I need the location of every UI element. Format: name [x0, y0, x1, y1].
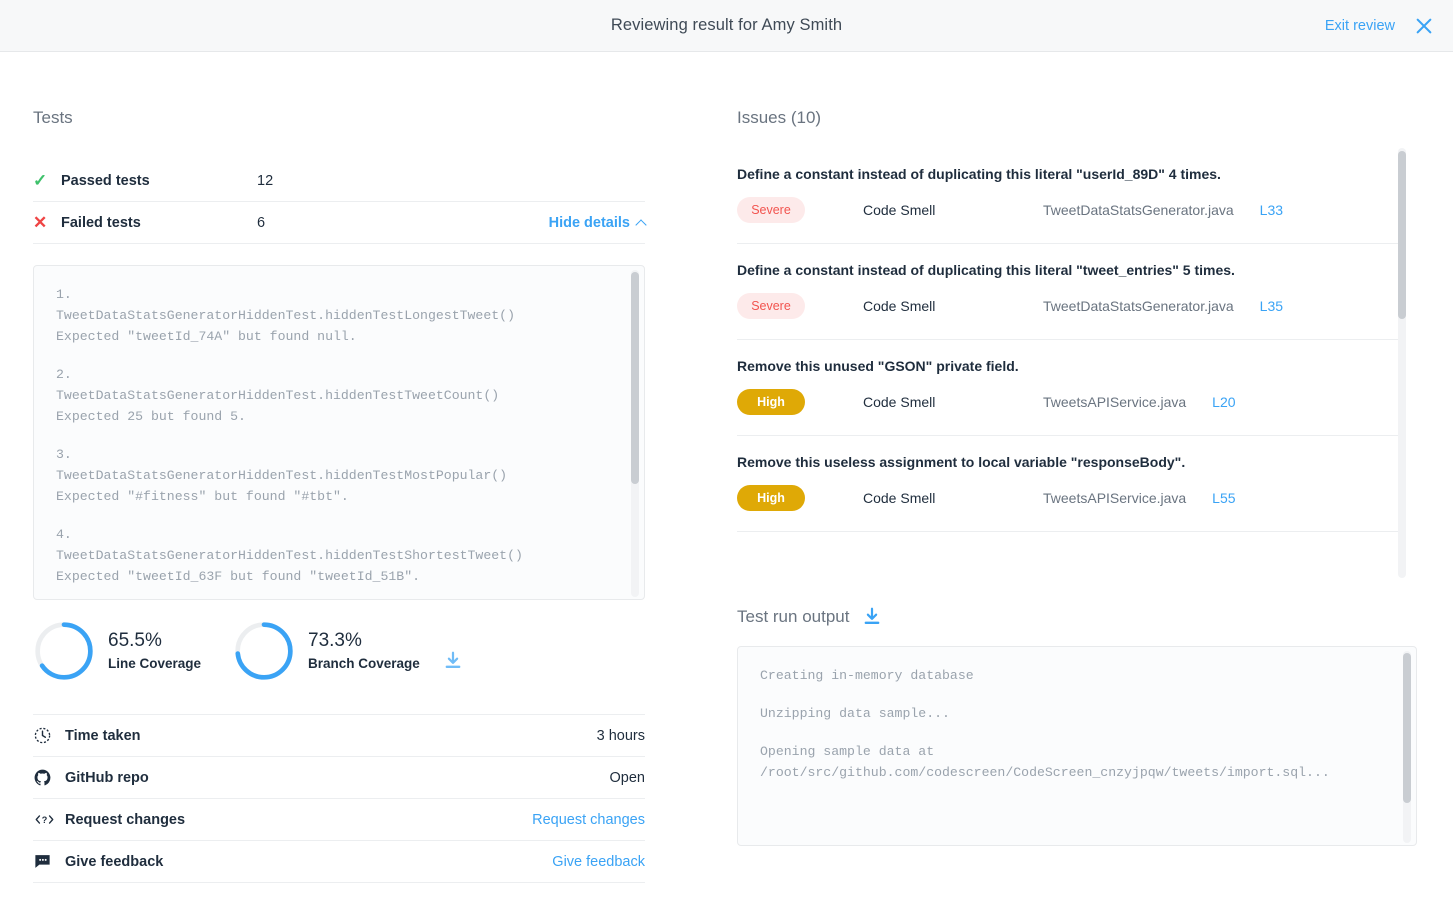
test-run-output-header: Test run output — [737, 606, 1417, 628]
issue-meta: High Code Smell TweetsAPIService.java L55 — [737, 485, 1398, 511]
github-icon — [33, 768, 65, 787]
check-icon: ✓ — [33, 171, 48, 190]
issue-message: Remove this unused "GSON" private field. — [737, 358, 1019, 374]
meta-info-list: Time taken 3 hours GitHub repo Open ? Re… — [33, 714, 645, 883]
github-repo-row: GitHub repo Open — [33, 757, 645, 799]
request-changes-label: Request changes — [65, 811, 186, 828]
svg-text:?: ? — [42, 815, 48, 825]
github-repo-label: GitHub repo — [65, 769, 149, 786]
issue-type: Code Smell — [863, 394, 936, 410]
branch-coverage-percent: 73.3% — [308, 629, 362, 651]
failed-tests-scrollbar-thumb[interactable] — [631, 272, 639, 484]
severity-badge: Severe — [737, 293, 805, 319]
issue-meta: High Code Smell TweetsAPIService.java L20 — [737, 389, 1398, 415]
issue-message: Define a constant instead of duplicating… — [737, 166, 1221, 182]
issues-panel: Issues (10) Define a constant instead of… — [737, 52, 1417, 918]
issues-section-title: Issues (10) — [737, 108, 822, 127]
issue-message: Remove this useless assignment to local … — [737, 454, 1186, 470]
failed-test-entry: 4. TweetDataStatsGeneratorHiddenTest.hid… — [56, 527, 523, 584]
request-changes-link[interactable]: Request changes — [532, 812, 645, 828]
issue-meta: Severe Code Smell TweetDataStatsGenerator.… — [737, 293, 1398, 319]
time-taken-value: 3 hours — [596, 727, 645, 744]
output-line: Creating in-memory database — [760, 668, 974, 683]
issue-type: Code Smell — [863, 298, 936, 314]
page-title: Reviewing result for Amy Smith — [610, 16, 843, 34]
passed-tests-row: ✓ Passed tests 12 — [33, 160, 645, 202]
failed-test-entry: 2. TweetDataStatsGeneratorHiddenTest.hid… — [56, 367, 500, 424]
hide-details-label: Hide details — [548, 214, 630, 231]
header-actions: Exit review — [1325, 0, 1435, 52]
issue-item[interactable]: Define a constant instead of duplicating… — [737, 244, 1398, 340]
failed-tests-label: Failed tests — [61, 214, 141, 231]
clock-icon — [33, 726, 65, 745]
severity-badge: Severe — [737, 197, 805, 223]
severity-badge: High — [737, 485, 805, 511]
line-coverage-ring — [35, 622, 93, 680]
severity-badge: High — [737, 389, 805, 415]
issues-scrollbar-thumb[interactable] — [1398, 151, 1406, 319]
issue-type: Code Smell — [863, 490, 936, 506]
issue-type: Code Smell — [863, 202, 936, 218]
line-coverage-percent: 65.5% — [108, 629, 162, 651]
time-taken-row: Time taken 3 hours — [33, 715, 645, 757]
issue-item[interactable]: Remove this useless assignment to local … — [737, 436, 1398, 532]
hide-details-toggle[interactable]: Hide details — [548, 214, 647, 231]
issue-item[interactable]: Define a constant instead of duplicating… — [737, 148, 1398, 244]
failed-tests-details-panel: 1. TweetDataStatsGeneratorHiddenTest.hid… — [33, 265, 645, 600]
app-header: Reviewing result for Amy Smith Exit revi… — [0, 0, 1453, 52]
line-coverage-item: 65.5% Line Coverage — [33, 620, 233, 682]
chevron-up-icon — [635, 218, 647, 231]
test-run-output-panel: Creating in-memory database Unzipping dat… — [737, 646, 1417, 846]
failed-tests-text: 1. TweetDataStatsGeneratorHiddenTest.hid… — [34, 266, 644, 599]
test-run-output-text: Creating in-memory database Unzipping dat… — [738, 647, 1416, 810]
output-line: Opening sample data at /root/src/github.… — [760, 744, 1330, 780]
give-feedback-label: Give feedback — [65, 853, 164, 870]
failed-tests-value: 6 — [257, 214, 266, 231]
failed-test-entry: 1. TweetDataStatsGeneratorHiddenTest.hid… — [56, 287, 515, 344]
code-question-icon: ? — [33, 810, 65, 829]
issue-file: TweetsAPIService.java — [1043, 490, 1187, 506]
output-line: Unzipping data sample... — [760, 706, 950, 721]
issue-item[interactable]: Remove this unused "GSON" private field.… — [737, 340, 1398, 436]
issue-line-link[interactable]: L33 — [1260, 202, 1283, 218]
give-feedback-link[interactable]: Give feedback — [552, 854, 645, 870]
time-taken-label: Time taken — [65, 727, 141, 744]
test-run-output-download-icon[interactable] — [861, 606, 883, 628]
coverage-download-icon[interactable] — [442, 650, 464, 672]
close-icon[interactable] — [1413, 15, 1435, 37]
issue-line-link[interactable]: L20 — [1212, 394, 1235, 410]
test-run-output-title: Test run output — [737, 607, 850, 626]
coverage-section: 65.5% Line Coverage 73.3% Branch Coverag… — [33, 620, 645, 682]
issues-list: Define a constant instead of duplicating… — [737, 148, 1417, 578]
issue-file: TweetDataStatsGenerator.java — [1043, 298, 1234, 314]
branch-coverage-ring — [235, 622, 293, 680]
x-icon: ✕ — [33, 213, 48, 232]
issue-line-link[interactable]: L35 — [1260, 298, 1283, 314]
tests-panel: Tests ✓ Passed tests 12 ✕ Failed tests 6… — [33, 52, 647, 918]
passed-tests-value: 12 — [257, 172, 274, 189]
passed-tests-label: Passed tests — [61, 172, 150, 189]
exit-review-link[interactable]: Exit review — [1325, 18, 1395, 34]
output-scrollbar-thumb[interactable] — [1403, 653, 1411, 803]
github-repo-value: Open — [609, 769, 645, 786]
speech-bubble-icon — [33, 852, 65, 871]
tests-section-title: Tests — [33, 108, 73, 127]
branch-coverage-label: Branch Coverage — [308, 655, 420, 671]
issue-line-link[interactable]: L55 — [1212, 490, 1235, 506]
issue-file: TweetDataStatsGenerator.java — [1043, 202, 1234, 218]
issue-file: TweetsAPIService.java — [1043, 394, 1187, 410]
failed-tests-row: ✕ Failed tests 6 Hide details — [33, 202, 647, 244]
give-feedback-row: Give feedback Give feedback — [33, 841, 645, 883]
issue-message: Define a constant instead of duplicating… — [737, 262, 1235, 278]
line-coverage-label: Line Coverage — [108, 655, 202, 671]
issue-meta: Severe Code Smell TweetDataStatsGenerator.… — [737, 197, 1398, 223]
branch-coverage-item: 73.3% Branch Coverage — [233, 620, 420, 682]
failed-test-entry: 3. TweetDataStatsGeneratorHiddenTest.hid… — [56, 447, 508, 504]
request-changes-row: ? Request changes Request changes — [33, 799, 645, 841]
